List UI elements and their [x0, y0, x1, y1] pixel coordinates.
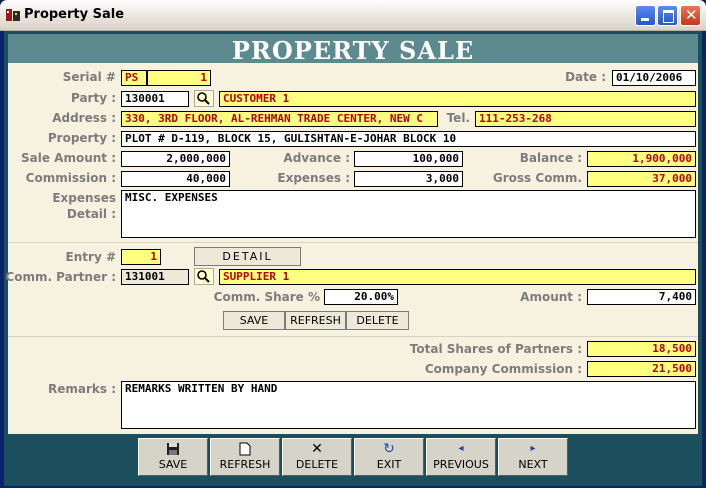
- previous-label: PREVIOUS: [433, 458, 489, 471]
- comm-share-field[interactable]: 20.00%: [324, 289, 398, 305]
- divider: [8, 336, 698, 337]
- party-label: Party :: [70, 91, 116, 105]
- delete-label: DELETE: [295, 458, 339, 471]
- next-label: NEXT: [518, 458, 548, 471]
- serial-label: Serial #: [62, 70, 116, 84]
- partner-search-button[interactable]: [194, 268, 214, 285]
- minimize-button[interactable]: [635, 5, 656, 26]
- company-commission-label: Company Commission :: [424, 362, 582, 376]
- entry-label: Entry #: [65, 250, 116, 264]
- floppy-icon: [139, 439, 207, 459]
- total-shares-field[interactable]: 18,500: [587, 341, 696, 357]
- save-label: SAVE: [158, 458, 188, 471]
- party-search-button[interactable]: [194, 90, 214, 107]
- serial-prefix-field[interactable]: PS: [121, 70, 147, 86]
- expenses-field[interactable]: 3,000: [354, 171, 463, 187]
- remarks-field[interactable]: REMARKS WRITTEN BY HAND: [121, 381, 696, 429]
- party-code-field[interactable]: 130001: [121, 91, 189, 107]
- search-icon: [197, 270, 210, 283]
- address-label: Address :: [52, 111, 116, 125]
- x-icon: ✕: [311, 441, 323, 457]
- property-label: Property :: [47, 131, 116, 145]
- title-bar[interactable]: Property Sale ✕: [0, 0, 706, 31]
- sale-amount-label: Sale Amount :: [20, 151, 116, 165]
- tel-label: Tel.: [446, 111, 470, 125]
- company-commission-field[interactable]: 21,500: [587, 361, 696, 377]
- commission-field[interactable]: 40,000: [121, 171, 230, 187]
- exit-icon: ↻: [383, 441, 395, 457]
- close-button[interactable]: ✕: [680, 5, 701, 26]
- total-shares-label: Total Shares of Partners :: [409, 342, 582, 356]
- previous-button[interactable]: ◂ PREVIOUS: [426, 438, 496, 476]
- advance-label: Advance :: [283, 151, 350, 165]
- balance-label: Balance :: [519, 151, 582, 165]
- commission-label: Commission :: [25, 171, 116, 185]
- right-arrow-icon: ▸: [530, 443, 536, 454]
- balance-field[interactable]: 1,900,000: [587, 151, 696, 167]
- next-button[interactable]: ▸ NEXT: [498, 438, 568, 476]
- refresh-button[interactable]: REFRESH: [210, 438, 280, 476]
- address-field[interactable]: 330, 3RD FLOOR, AL-REHMAN TRADE CENTER, …: [121, 111, 438, 127]
- refresh-label: REFRESH: [219, 458, 271, 471]
- search-icon: [197, 92, 210, 105]
- save-button[interactable]: SAVE: [138, 438, 208, 476]
- expenses-detail-field[interactable]: MISC. EXPENSES: [121, 190, 696, 238]
- app-icon: [6, 9, 20, 21]
- delete-button[interactable]: ✕ DELETE: [282, 438, 352, 476]
- partner-refresh-button[interactable]: REFRESH: [285, 311, 346, 330]
- advance-field[interactable]: 100,000: [354, 151, 463, 167]
- property-field[interactable]: PLOT # D-119, BLOCK 15, GULISHTAN-E-JOHA…: [121, 131, 696, 147]
- date-field[interactable]: 01/10/2006: [612, 70, 696, 86]
- expenses-label: Expenses :: [277, 171, 350, 185]
- detail-button[interactable]: DETAIL: [194, 247, 301, 266]
- comm-partner-label: Comm. Partner :: [5, 270, 116, 284]
- sale-amount-field[interactable]: 2,000,000: [121, 151, 230, 167]
- partner-delete-button[interactable]: DELETE: [346, 311, 409, 330]
- date-label: Date :: [565, 70, 606, 84]
- partner-save-button[interactable]: SAVE: [223, 311, 285, 330]
- serial-number-field[interactable]: 1: [147, 70, 211, 86]
- expenses-detail-label-line1: Expenses: [52, 191, 116, 205]
- gross-comm-field[interactable]: 37,000: [587, 171, 696, 187]
- toolbar: [8, 436, 698, 482]
- amount-field[interactable]: 7,400: [587, 289, 696, 305]
- party-name-field[interactable]: CUSTOMER 1: [219, 91, 696, 107]
- partner-code-field[interactable]: 131001: [121, 269, 189, 285]
- window-title: Property Sale: [24, 7, 125, 22]
- form-header: PROPERTY SALE: [8, 34, 698, 65]
- page-icon: [211, 439, 279, 459]
- amount-label: Amount :: [520, 290, 582, 304]
- comm-share-label: Comm. Share %: [213, 290, 320, 304]
- exit-button[interactable]: ↻ EXIT: [354, 438, 424, 476]
- remarks-label: Remarks :: [48, 382, 116, 396]
- tel-field[interactable]: 111-253-268: [475, 111, 696, 127]
- divider: [8, 242, 698, 243]
- left-arrow-icon: ◂: [458, 443, 464, 454]
- gross-comm-label: Gross Comm.: [492, 171, 582, 185]
- exit-label: EXIT: [376, 458, 402, 471]
- entry-field[interactable]: 1: [121, 249, 161, 265]
- maximize-button[interactable]: [657, 5, 678, 26]
- expenses-detail-label-line2: Detail :: [66, 207, 116, 221]
- form-title: PROPERTY SALE: [231, 36, 475, 65]
- partner-name-field[interactable]: SUPPLIER 1: [219, 269, 696, 285]
